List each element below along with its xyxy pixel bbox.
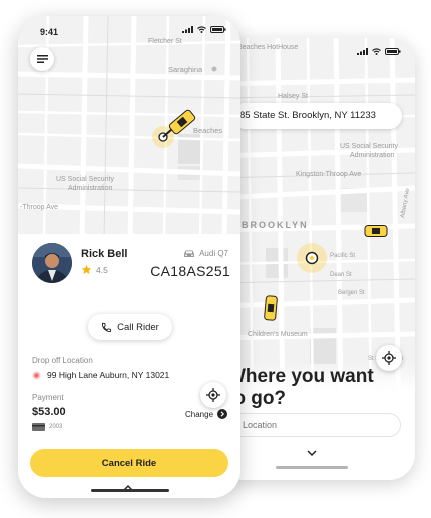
home-indicator	[276, 466, 348, 469]
map-label-ssa-2: Administration	[350, 152, 394, 159]
change-label: Change	[185, 409, 214, 419]
map-label-dean: Dean St	[330, 272, 352, 278]
payment-label: Payment	[32, 393, 64, 402]
locate-icon	[382, 351, 396, 365]
destination-address[interactable]: 85 State St. Brooklyn, NY 11233	[232, 103, 402, 129]
driver-name: Rick Bell	[81, 248, 128, 260]
location-pin-icon	[32, 370, 41, 380]
car-model: Audi Q7	[199, 249, 228, 258]
hamburger-menu-icon	[36, 55, 48, 63]
map-label-hothouse: Beaches HotHouse	[238, 44, 298, 51]
license-plate: CA18AS251	[150, 263, 230, 279]
chevron-down-icon[interactable]	[306, 449, 318, 457]
user-location-marker	[297, 243, 327, 273]
map-label-saraghina: Saraghina	[168, 65, 203, 74]
arrow-right-circle-icon	[217, 409, 228, 419]
ride-details-sheet: Rick Bell 4.5 Audi Q7 CA18AS251 Call Rid…	[18, 234, 240, 498]
status-time: 9:41	[40, 27, 59, 37]
map-label-throop: -Throop Ave	[20, 204, 58, 211]
where-to-heading: Where you want to go?	[228, 366, 374, 409]
dropoff-address: 99 High Lane Auburn, NY 13021	[47, 370, 170, 380]
poi-icon	[211, 66, 217, 72]
car-info: Audi Q7	[183, 249, 228, 258]
front-map[interactable]: Fletcher St Saraghina Beaches US Social …	[18, 16, 240, 241]
locate-button[interactable]	[200, 382, 226, 408]
payment-amount: $53.00	[32, 406, 66, 418]
locate-icon	[206, 388, 220, 402]
front-status-bar	[182, 26, 226, 33]
card-last-digits: 2003	[49, 424, 63, 430]
car-icon	[184, 250, 195, 257]
taxi-icon	[264, 295, 278, 321]
taxi-icon	[364, 225, 388, 237]
map-label-kingston: Kingston-Throop Ave	[296, 171, 361, 178]
map-label-ssa-2: Administration	[68, 185, 112, 192]
call-rider-label: Call Rider	[117, 321, 159, 333]
wifi-icon	[197, 26, 206, 33]
wifi-icon	[372, 48, 381, 55]
map-label-museum: Children's Museum	[248, 331, 308, 338]
back-phone: Beaches HotHouse Halsey St US Social Sec…	[218, 38, 415, 480]
dropoff-location: 99 High Lane Auburn, NY 13021	[32, 370, 169, 380]
map-label-ssa-1: US Social Security	[56, 176, 114, 183]
avatar	[32, 243, 72, 283]
map-label-halsey: Halsey St	[278, 93, 308, 100]
map-label-ssa-1: US Social Security	[340, 143, 398, 150]
call-rider-button[interactable]: Call Rider	[88, 314, 172, 340]
driver-photo	[32, 243, 72, 283]
driver-rating: 4.5	[81, 264, 108, 275]
map-label-pacific: Pacific St	[330, 253, 355, 259]
map-label-brooklyn: BROOKLYN	[242, 220, 309, 230]
dropoff-label: Drop off Location	[32, 356, 93, 365]
signal-icon	[357, 48, 368, 55]
battery-icon	[385, 48, 401, 55]
map-label-beaches: Beaches	[193, 126, 222, 135]
rating-value: 4.5	[96, 264, 108, 275]
change-payment-button[interactable]: Change	[185, 409, 228, 419]
star-icon	[81, 264, 92, 274]
back-locate-button[interactable]	[376, 345, 402, 371]
map-label-fletcher: Fletcher St	[148, 38, 182, 45]
signal-icon	[182, 26, 193, 33]
payment-card: 2003	[32, 423, 62, 431]
phone-icon	[102, 322, 112, 332]
battery-icon	[210, 26, 226, 33]
home-indicator	[91, 489, 169, 492]
map-label-bergen: Bergen St	[338, 290, 365, 296]
back-status-bar	[357, 48, 401, 55]
menu-button[interactable]	[30, 47, 54, 71]
credit-card-icon	[32, 423, 45, 431]
front-phone: Fletcher St Saraghina Beaches US Social …	[18, 16, 240, 498]
cancel-ride-button[interactable]: Cancel Ride	[30, 449, 228, 477]
location-input[interactable]	[226, 413, 401, 437]
